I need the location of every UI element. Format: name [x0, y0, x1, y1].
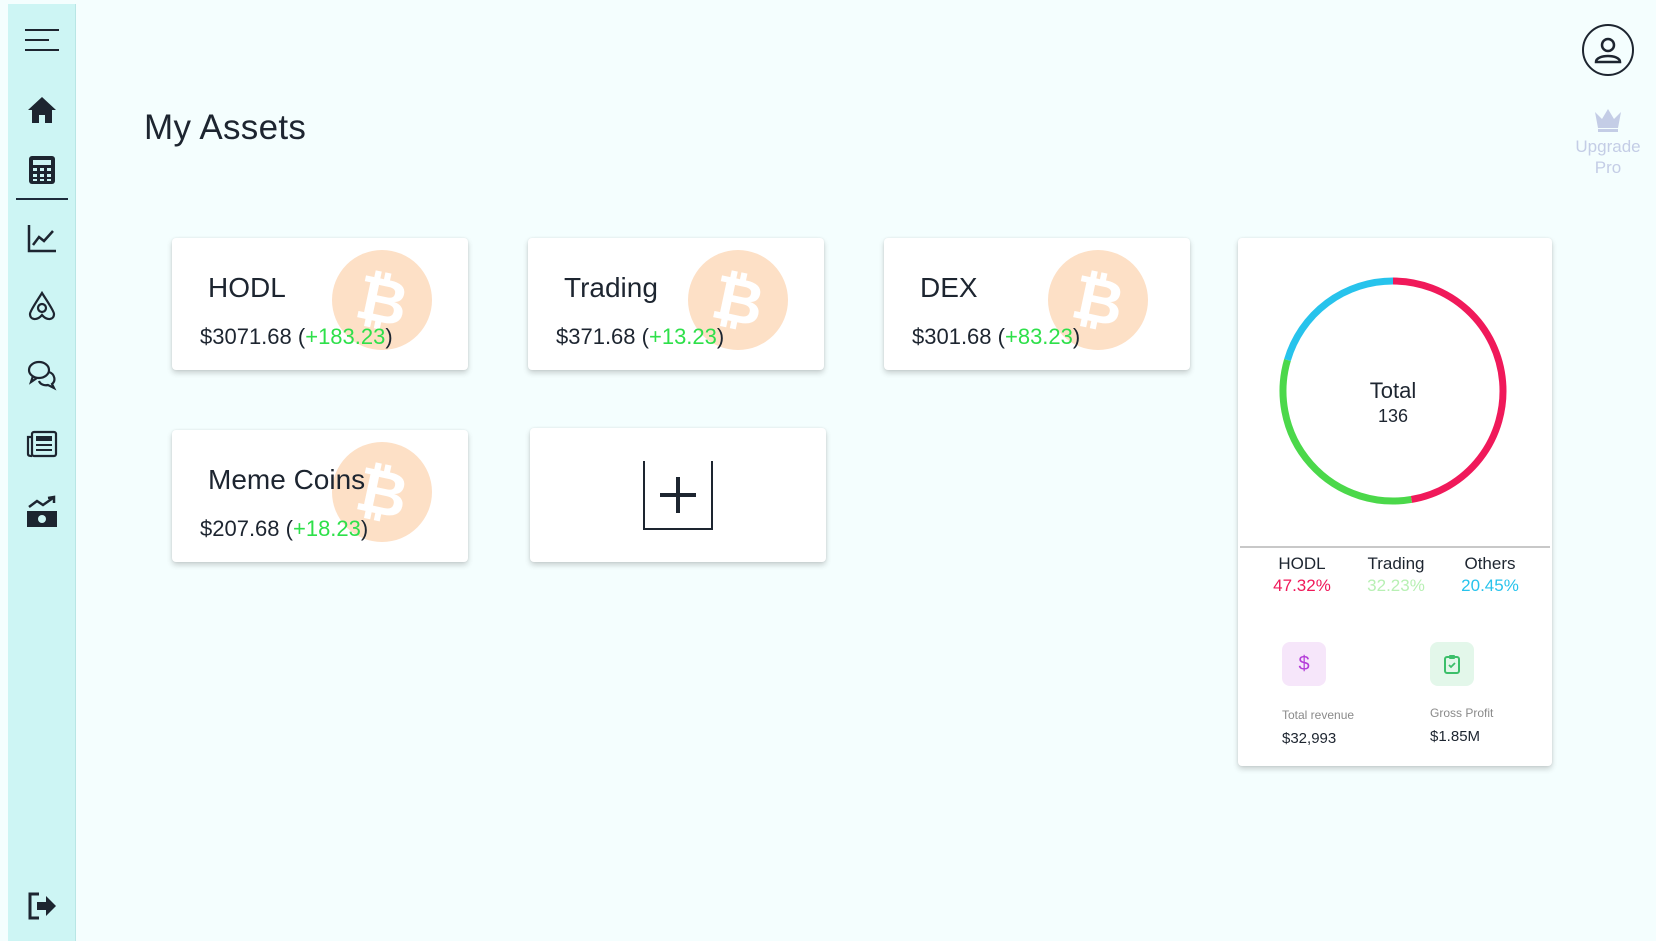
add-icon — [643, 461, 713, 530]
gross-profit-label: Gross Profit — [1430, 706, 1494, 720]
asset-card-change: +83.23 — [1004, 324, 1073, 349]
upgrade-label: Upgrade — [1575, 137, 1641, 156]
calculator-icon — [29, 156, 55, 184]
logout-button[interactable] — [8, 880, 76, 932]
news-icon — [26, 430, 58, 458]
asset-card-meme-coins[interactable]: ₿ Meme Coins $207.68 (+18.23) — [172, 430, 468, 562]
asset-card-amount: $3071.68 (+183.23) — [200, 324, 393, 349]
add-asset-button[interactable] — [530, 428, 826, 562]
sidebar-divider — [16, 198, 68, 200]
asset-card-change: +183.23 — [305, 324, 386, 349]
asset-card-dex[interactable]: ₿ DEX $301.68 (+83.23) — [884, 238, 1190, 370]
airbnb-icon — [28, 290, 56, 321]
legend-name: Trading — [1367, 554, 1425, 573]
user-icon — [1594, 37, 1622, 64]
asset-card-change: +18.23 — [292, 516, 361, 541]
asset-card-name: Trading — [564, 272, 658, 303]
asset-card-trading[interactable]: ₿ Trading $371.68 (+13.23) — [528, 238, 824, 370]
legend-percent: 20.45% — [1461, 576, 1519, 595]
page-title: My Assets — [144, 108, 307, 147]
sidebar-item-home[interactable] — [8, 84, 76, 136]
total-revenue-value: $32,993 — [1282, 730, 1337, 747]
sidebar — [8, 4, 76, 941]
money-growth-icon — [27, 495, 57, 527]
sidebar-item-calculator[interactable] — [8, 144, 76, 196]
legend-percent: 32.23% — [1367, 576, 1425, 595]
clipboard-icon — [1430, 642, 1474, 686]
menu-icon — [25, 29, 59, 51]
total-label: Total — [1369, 378, 1417, 403]
asset-card-amount: $207.68 (+18.23) — [200, 516, 369, 541]
portfolio-summary-panel: Total 136 HODL 47.32% Trading 32.23% Oth… — [1238, 238, 1552, 766]
legend-item-trading: Trading 32.23% — [1356, 554, 1436, 596]
panel-divider — [1240, 546, 1550, 548]
legend-percent: 47.32% — [1273, 576, 1331, 595]
asset-card-name: DEX — [920, 272, 978, 303]
asset-card-amount: $371.68 (+13.23) — [556, 324, 725, 349]
total-value: 136 — [1377, 406, 1409, 426]
donut-segment-others — [1284, 277, 1394, 361]
dollar-icon: $ — [1282, 642, 1326, 686]
legend-item-others: Others 20.45% — [1450, 554, 1530, 596]
line-chart-icon — [27, 225, 56, 253]
chat-icon — [27, 360, 57, 391]
upgrade-label-pro: Pro — [1594, 158, 1622, 177]
legend-item-hodl: HODL 47.32% — [1262, 554, 1342, 596]
asset-card-name: HODL — [208, 272, 286, 303]
total-revenue-label: Total revenue — [1282, 708, 1355, 722]
donut-center: Total 136 — [1276, 378, 1510, 427]
sidebar-item-news[interactable] — [8, 418, 76, 470]
asset-card-change: +13.23 — [648, 324, 717, 349]
profile-button[interactable] — [1582, 24, 1634, 76]
upgrade-pro-button[interactable]: Upgrade Pro — [1566, 106, 1650, 178]
asset-card-name: Meme Coins — [208, 464, 366, 495]
sidebar-item-airbnb[interactable] — [8, 280, 76, 332]
crown-icon — [1595, 109, 1621, 132]
asset-card-amount: $301.68 (+83.23) — [912, 324, 1081, 349]
gross-profit-value: $1.85M — [1430, 728, 1481, 745]
sidebar-item-chat[interactable] — [8, 348, 76, 400]
sidebar-item-money[interactable] — [8, 486, 76, 538]
sidebar-item-chart[interactable] — [8, 212, 76, 264]
legend-name: Others — [1464, 554, 1516, 573]
asset-card-hodl[interactable]: ₿ HODL $3071.68 (+183.23) — [172, 238, 468, 370]
logout-icon — [28, 892, 56, 920]
menu-button[interactable] — [8, 14, 76, 66]
legend-name: HODL — [1278, 554, 1326, 573]
home-icon — [28, 97, 56, 123]
